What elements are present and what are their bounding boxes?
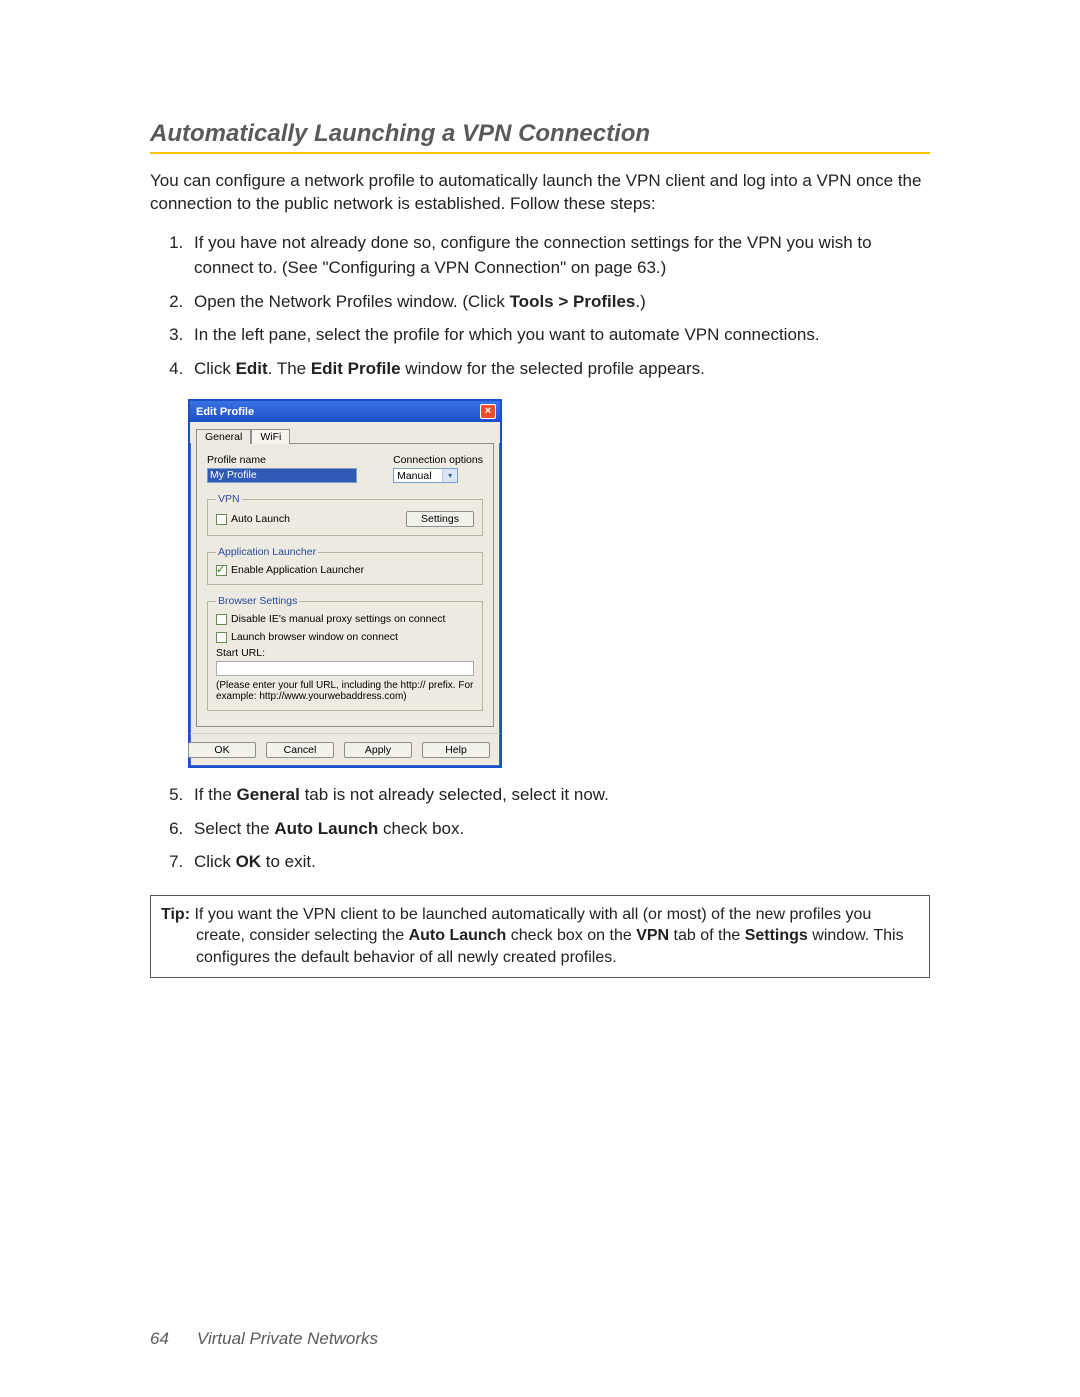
auto-launch-label: Auto Launch xyxy=(231,513,290,525)
disable-ie-label: Disable IE's manual proxy settings on co… xyxy=(231,613,445,625)
tip-vpn: VPN xyxy=(636,927,669,944)
step-2: Open the Network Profiles window. (Click… xyxy=(188,289,930,315)
step-7-a: Click xyxy=(194,852,236,871)
ok-button[interactable]: OK xyxy=(188,742,256,758)
close-icon[interactable]: × xyxy=(480,404,496,419)
page-footer: 64 Virtual Private Networks xyxy=(150,1329,378,1349)
dialog-title: Edit Profile xyxy=(196,406,254,418)
step-3: In the left pane, select the profile for… xyxy=(188,322,930,348)
edit-profile-dialog: Edit Profile × General WiFi Profile name… xyxy=(188,399,502,768)
step-6-b: Auto Launch xyxy=(274,819,378,838)
tip-t3: check box on the xyxy=(506,927,636,944)
disable-ie-checkbox[interactable] xyxy=(216,614,227,625)
steps-list-cont: If the General tab is not already select… xyxy=(150,782,930,875)
start-url-label: Start URL: xyxy=(216,647,474,659)
steps-list: If you have not already done so, configu… xyxy=(150,230,930,382)
connection-options-label: Connection options xyxy=(393,454,483,466)
step-4-e: window for the selected profile appears. xyxy=(401,359,705,378)
step-7: Click OK to exit. xyxy=(188,849,930,875)
step-4-editprofile: Edit Profile xyxy=(311,359,401,378)
step-4-c: . The xyxy=(268,359,311,378)
step-2-end: .) xyxy=(635,292,645,311)
step-7-c: to exit. xyxy=(261,852,316,871)
cancel-button[interactable]: Cancel xyxy=(266,742,334,758)
tab-general[interactable]: General xyxy=(196,429,251,444)
apply-button[interactable]: Apply xyxy=(344,742,412,758)
legend-browser: Browser Settings xyxy=(216,595,299,607)
profile-name-label: Profile name xyxy=(207,454,357,466)
dialog-titlebar[interactable]: Edit Profile × xyxy=(190,401,500,422)
tab-strip: General WiFi xyxy=(190,422,500,443)
step-5-b: General xyxy=(237,785,300,804)
step-2-bold: Tools > Profiles xyxy=(510,292,636,311)
chevron-down-icon[interactable]: ▾ xyxy=(442,469,457,482)
dialog-screenshot: Edit Profile × General WiFi Profile name… xyxy=(188,399,930,768)
step-6-c: check box. xyxy=(378,819,464,838)
connection-options-value: Manual xyxy=(397,470,431,482)
footer-section: Virtual Private Networks xyxy=(197,1329,378,1348)
fieldset-browser: Browser Settings Disable IE's manual pro… xyxy=(207,595,483,711)
url-hint: (Please enter your full URL, including t… xyxy=(216,680,474,702)
help-button[interactable]: Help xyxy=(422,742,490,758)
tab-wifi[interactable]: WiFi xyxy=(251,429,290,444)
step-5-a: If the xyxy=(194,785,237,804)
dialog-button-row: OK Cancel Apply Help xyxy=(190,733,500,766)
tip-label: Tip: xyxy=(161,906,190,923)
settings-button[interactable]: Settings xyxy=(406,511,474,527)
tip-autolaunch: Auto Launch xyxy=(409,927,507,944)
heading-rule xyxy=(150,152,930,154)
page-heading: Automatically Launching a VPN Connection xyxy=(150,120,930,148)
fieldset-vpn: VPN Auto Launch Settings xyxy=(207,493,483,536)
step-1: If you have not already done so, configu… xyxy=(188,230,930,281)
step-5-c: tab is not already selected, select it n… xyxy=(300,785,609,804)
step-2-text: Open the Network Profiles window. (Click xyxy=(194,292,510,311)
launch-browser-label: Launch browser window on connect xyxy=(231,631,398,643)
step-5: If the General tab is not already select… xyxy=(188,782,930,808)
connection-options-select[interactable]: Manual ▾ xyxy=(393,468,458,483)
fieldset-app-launcher: Application Launcher Enable Application … xyxy=(207,546,483,585)
enable-app-checkbox[interactable] xyxy=(216,565,227,576)
step-4: Click Edit. The Edit Profile window for … xyxy=(188,356,930,382)
tip-settings: Settings xyxy=(745,927,808,944)
tip-box: Tip: If you want the VPN client to be la… xyxy=(150,895,930,978)
step-4-a: Click xyxy=(194,359,236,378)
profile-name-input[interactable]: My Profile xyxy=(207,468,357,483)
tip-t5: tab of the xyxy=(669,927,745,944)
launch-browser-checkbox[interactable] xyxy=(216,632,227,643)
tab-panel-general: Profile name My Profile Connection optio… xyxy=(196,443,494,727)
step-6: Select the Auto Launch check box. xyxy=(188,816,930,842)
legend-app: Application Launcher xyxy=(216,546,318,558)
step-7-b: OK xyxy=(236,852,262,871)
step-6-a: Select the xyxy=(194,819,274,838)
intro-text: You can configure a network profile to a… xyxy=(150,170,930,216)
start-url-input[interactable] xyxy=(216,661,474,676)
auto-launch-checkbox[interactable] xyxy=(216,514,227,525)
step-4-edit: Edit xyxy=(236,359,268,378)
enable-app-label: Enable Application Launcher xyxy=(231,564,364,576)
page-number: 64 xyxy=(150,1329,169,1348)
legend-vpn: VPN xyxy=(216,493,242,505)
